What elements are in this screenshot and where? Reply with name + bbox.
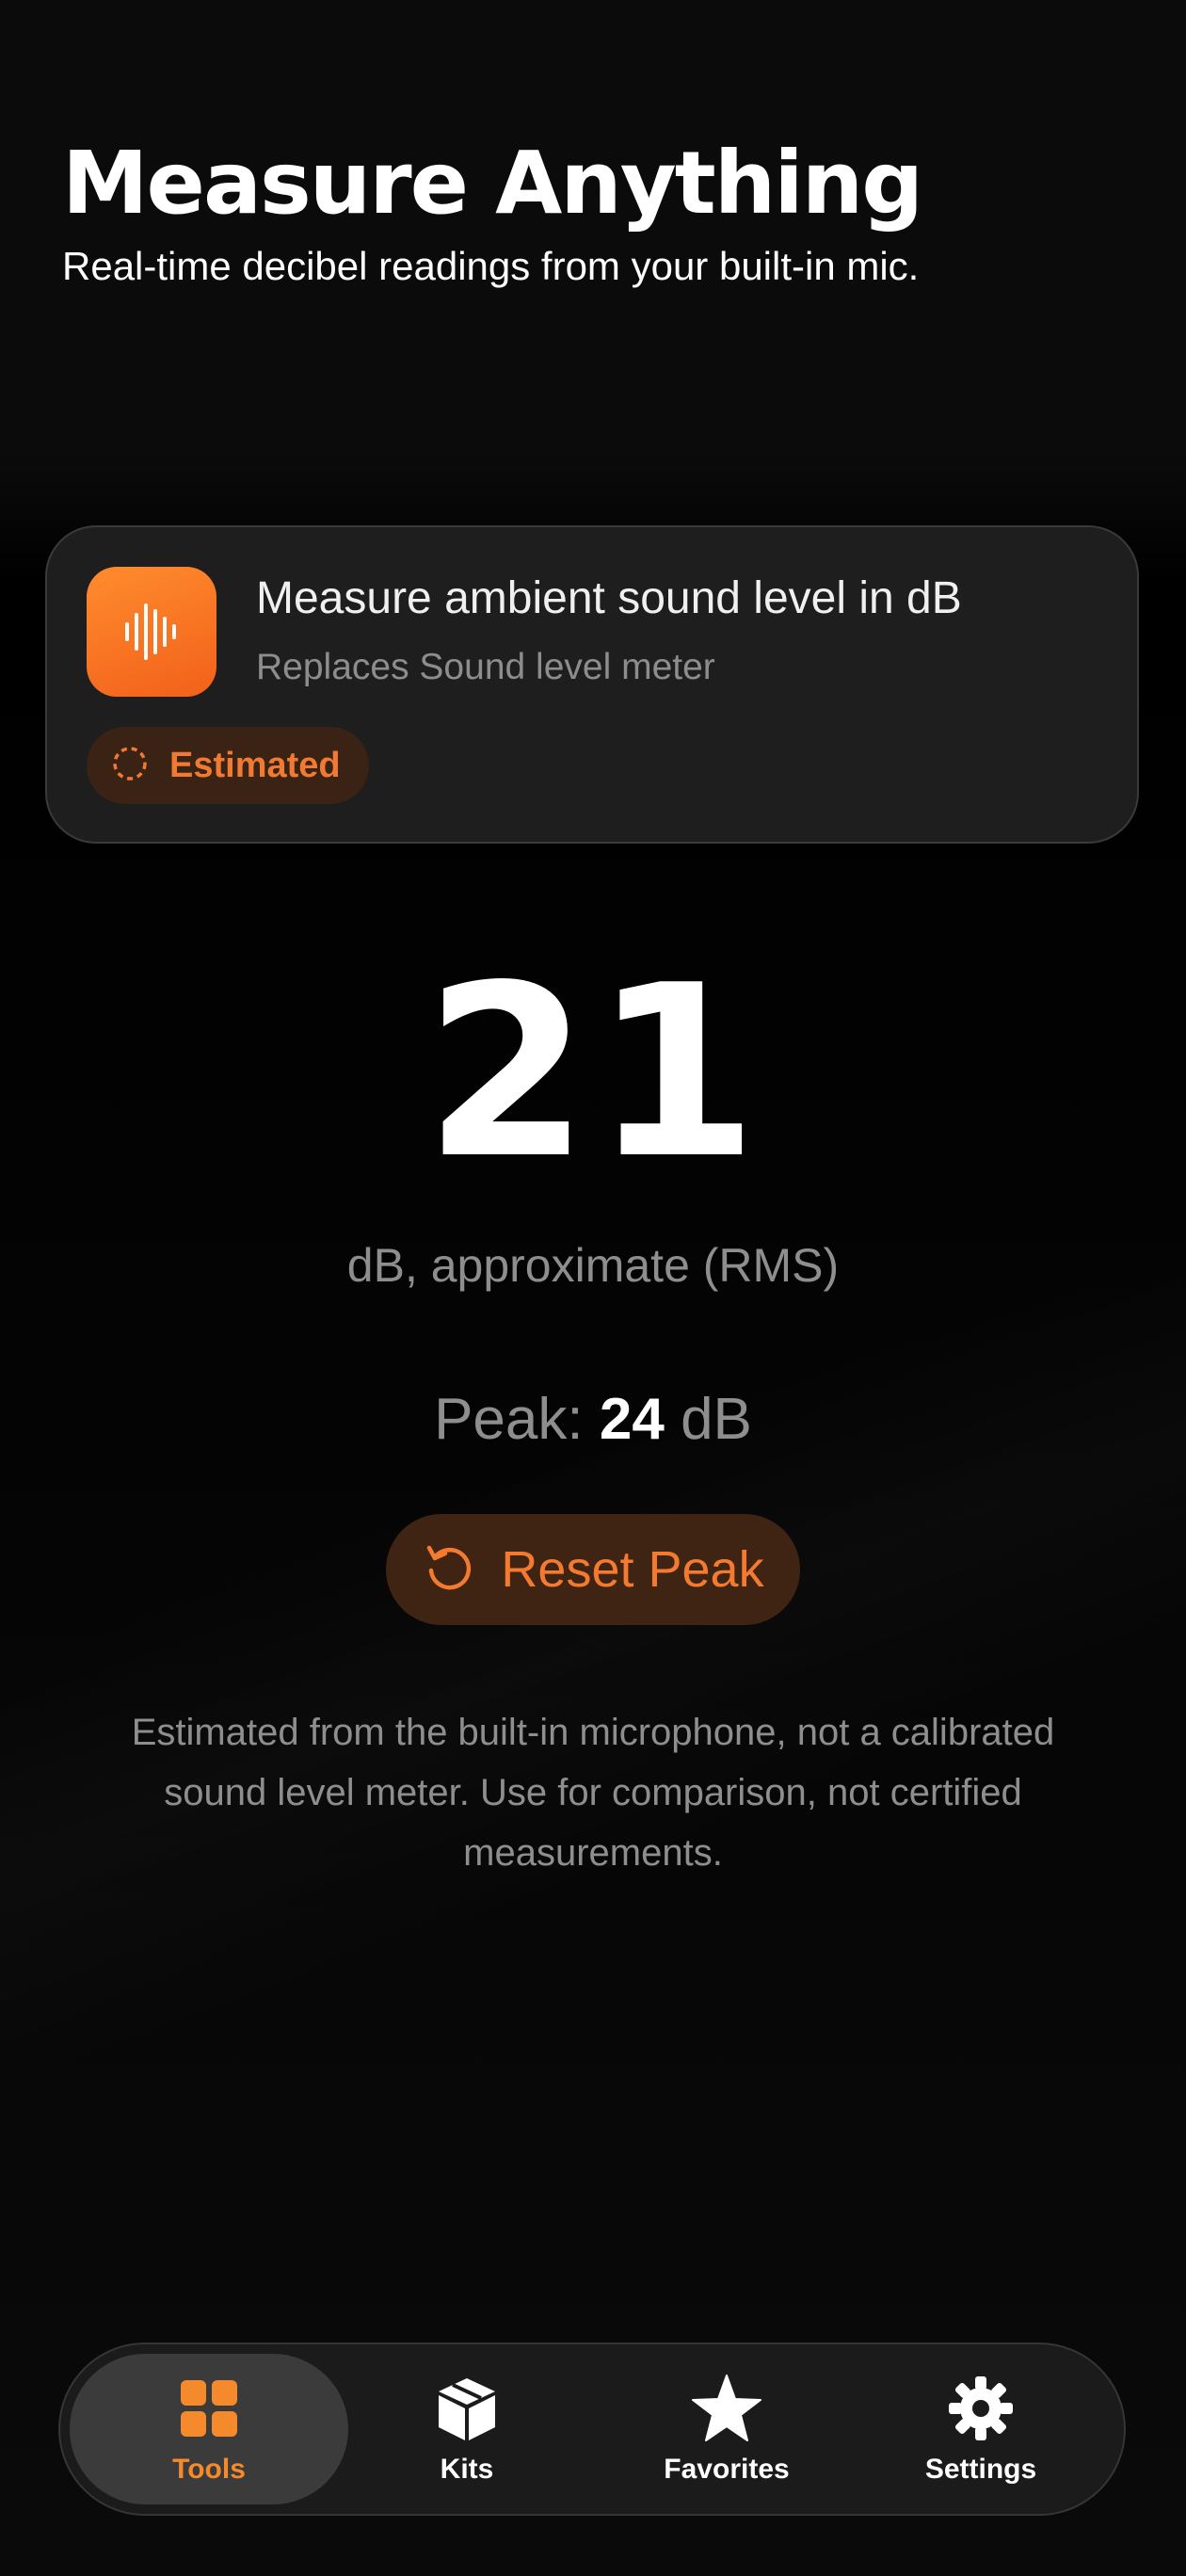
dashed-circle-icon xyxy=(111,745,149,787)
peak-readout: Peak: 24 dB xyxy=(0,1384,1186,1456)
estimated-badge-label: Estimated xyxy=(169,745,341,785)
gear-icon xyxy=(945,2373,1017,2444)
peak-unit: dB xyxy=(681,1387,752,1452)
page-subtitle: Real-time decibel readings from your bui… xyxy=(62,244,920,288)
tab-settings[interactable]: Settings xyxy=(841,2354,1120,2504)
reset-peak-button[interactable]: Reset Peak xyxy=(386,1514,800,1625)
tab-kits-label: Kits xyxy=(440,2454,494,2485)
tab-favorites-label: Favorites xyxy=(664,2454,790,2485)
tab-tools[interactable]: Tools xyxy=(70,2354,348,2504)
tab-favorites[interactable]: Favorites xyxy=(587,2354,866,2504)
tab-kits[interactable]: Kits xyxy=(328,2354,606,2504)
db-reading: 21 xyxy=(424,935,762,1211)
peak-prefix: Peak: xyxy=(434,1387,584,1452)
box-icon xyxy=(431,2373,503,2444)
estimated-badge: Estimated xyxy=(87,727,369,804)
tool-card[interactable]: Measure ambient sound level in dB Replac… xyxy=(45,525,1139,844)
db-unit-label: dB, approximate (RMS) xyxy=(346,1239,840,1292)
page-title: Measure Anything xyxy=(62,133,923,233)
tool-card-subtitle: Replaces Sound level meter xyxy=(256,647,715,687)
tab-settings-label: Settings xyxy=(924,2454,1037,2485)
waveform-icon xyxy=(87,567,216,697)
reset-peak-label: Reset Peak xyxy=(501,1541,764,1598)
tab-bar: Tools Kits Favorites Settings xyxy=(58,2343,1126,2516)
peak-value: 24 xyxy=(599,1387,665,1452)
disclaimer-text: Estimated from the built-in microphone, … xyxy=(131,1712,1055,1874)
grid-icon xyxy=(173,2373,245,2444)
tab-tools-label: Tools xyxy=(172,2454,246,2485)
reset-arrow-icon xyxy=(422,1540,476,1600)
star-icon xyxy=(691,2373,762,2444)
tool-card-title: Measure ambient sound level in dB xyxy=(256,573,962,623)
